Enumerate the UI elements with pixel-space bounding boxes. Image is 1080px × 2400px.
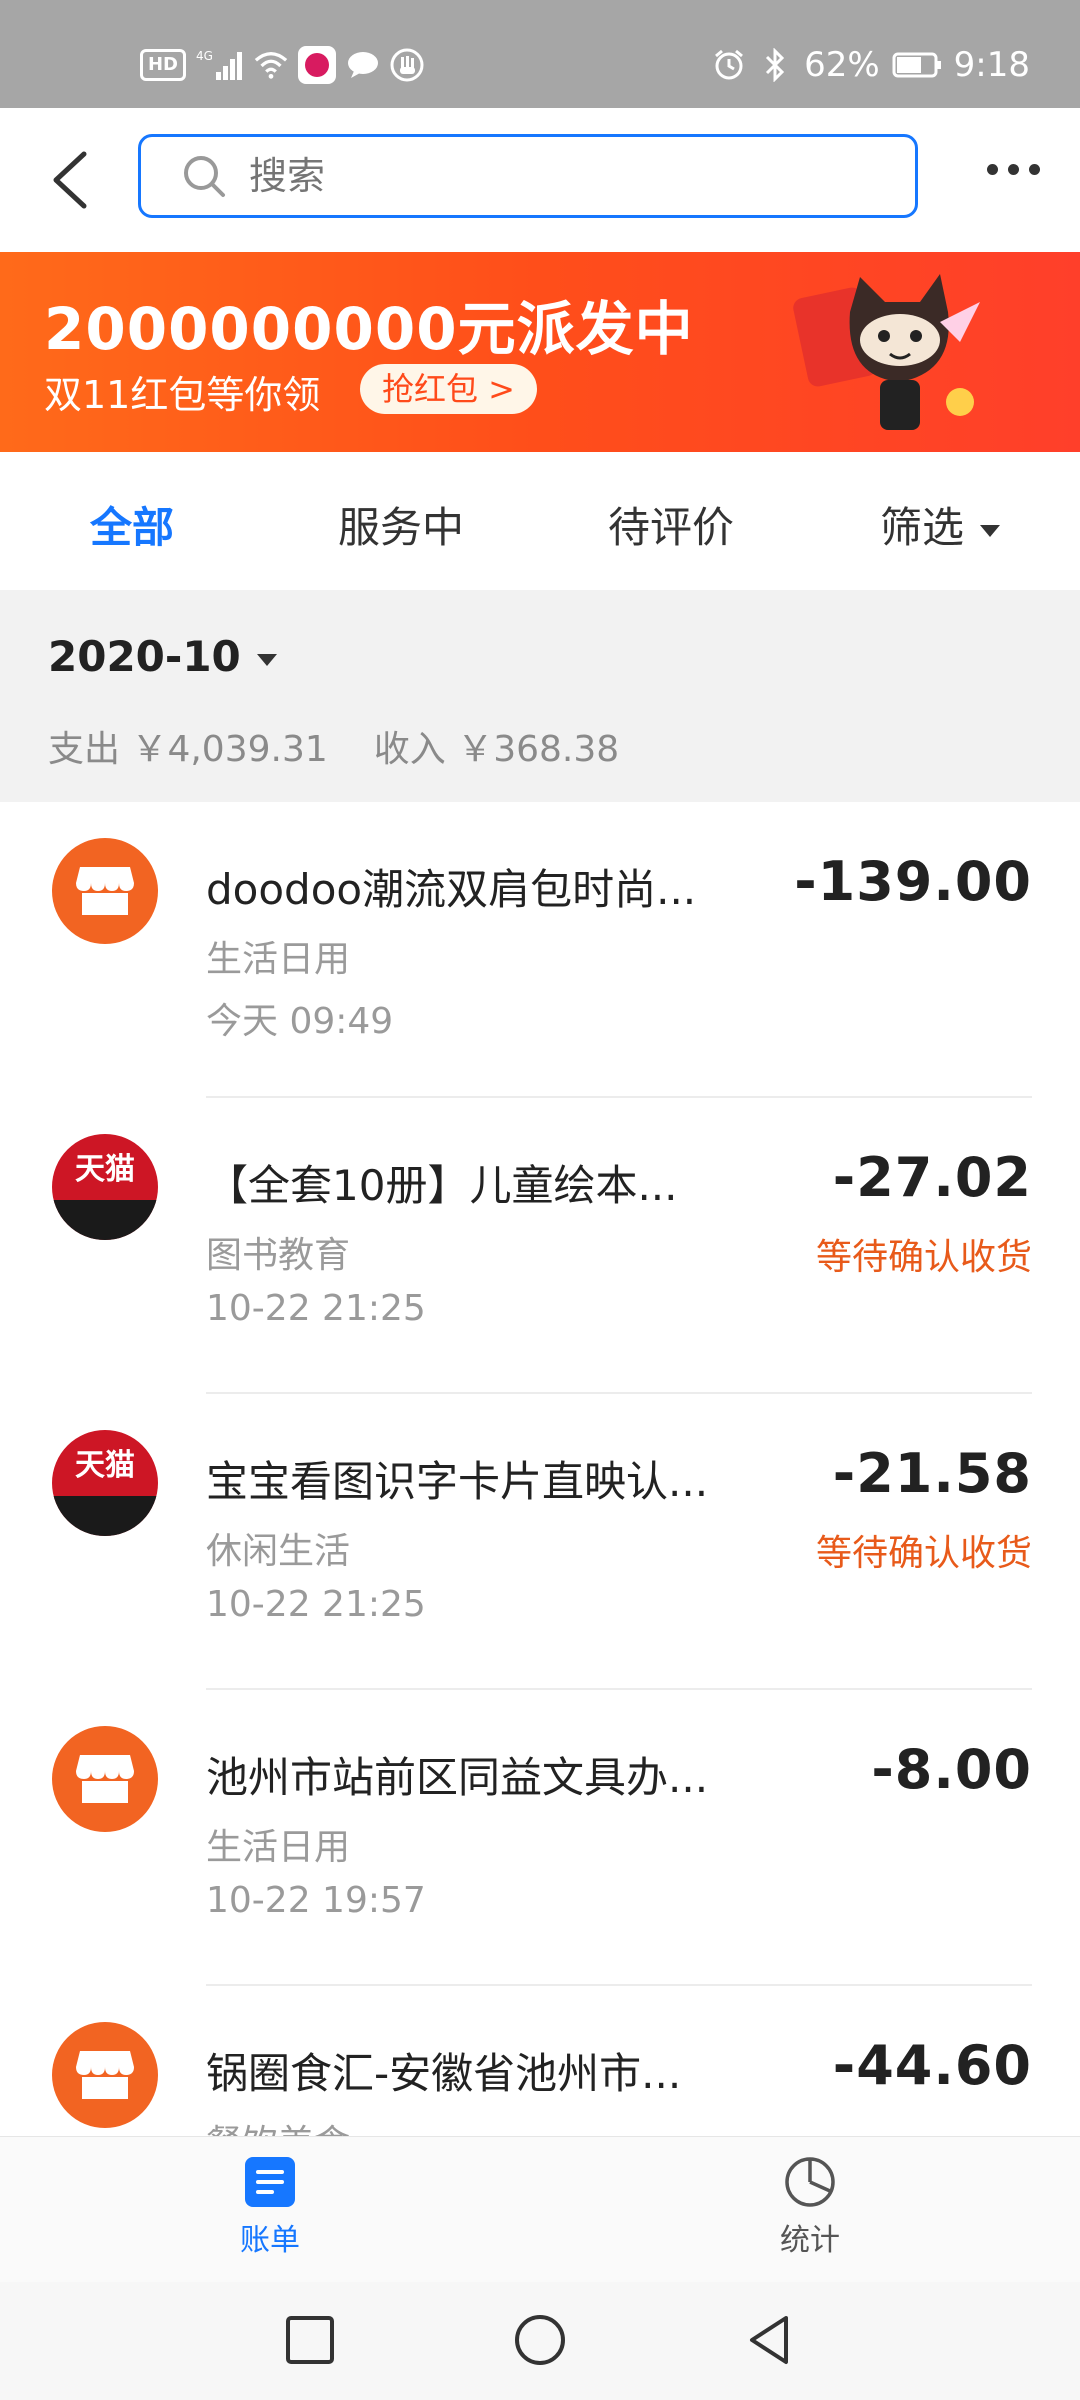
transaction-list: doodoo潮流双肩包时尚... 生活日用 今天 09:49 -139.00 天… bbox=[0, 802, 1080, 2136]
nav-stats-label: 统计 bbox=[780, 2223, 840, 2258]
tmall-icon: 天猫 bbox=[52, 1134, 158, 1240]
tmall-icon-text: 天猫 bbox=[75, 1448, 135, 1483]
banner-title: 2000000000元派发中 bbox=[44, 295, 694, 363]
transaction-category: 生活日用 bbox=[206, 939, 351, 980]
transaction-status: 等待确认收货 bbox=[815, 1533, 1032, 1574]
bluetooth-icon bbox=[758, 48, 792, 82]
tmall-icon: 天猫 bbox=[52, 1430, 158, 1536]
tab-in-service[interactable]: 服务中 bbox=[338, 494, 464, 555]
back-arrow-icon[interactable] bbox=[40, 148, 100, 212]
transaction-time: 10-22 21:25 bbox=[206, 1288, 426, 1329]
status-left-icons: HD 4G bbox=[140, 40, 424, 90]
transaction-category: 图书教育 bbox=[206, 1235, 351, 1276]
transaction-amount: -8.00 bbox=[871, 1738, 1032, 1801]
transaction-time: 今天 09:49 bbox=[206, 1001, 394, 1042]
nav-bill[interactable]: 账单 bbox=[190, 2155, 350, 2259]
chevron-down-icon bbox=[980, 524, 1001, 537]
transaction-amount: -44.60 bbox=[832, 2034, 1032, 2097]
chat-icon bbox=[346, 48, 380, 82]
search-input[interactable] bbox=[247, 153, 851, 199]
month-totals: 支出 ￥4,039.31 收入 ￥368.38 bbox=[48, 720, 619, 772]
back-nav-icon[interactable] bbox=[742, 2312, 798, 2368]
status-right-icons: 62% 9:18 bbox=[712, 40, 1030, 90]
tmall-icon-text: 天猫 bbox=[75, 1152, 135, 1187]
recent-apps-icon[interactable] bbox=[282, 2312, 338, 2368]
transaction-title: 宝宝看图识字卡片直映认... bbox=[206, 1457, 709, 1506]
svg-text:4G: 4G bbox=[196, 49, 213, 63]
battery-icon bbox=[892, 48, 942, 82]
income-total: 收入 ￥368.38 bbox=[373, 729, 620, 770]
transaction-title: 池州市站前区同益文具办... bbox=[206, 1753, 709, 1802]
search-box[interactable] bbox=[138, 134, 918, 218]
wifi-icon bbox=[254, 48, 288, 82]
clock-time: 9:18 bbox=[953, 45, 1030, 85]
hd-icon: HD bbox=[140, 49, 186, 81]
transaction-amount: -27.02 bbox=[832, 1146, 1032, 1209]
transaction-status: 等待确认收货 bbox=[815, 1237, 1032, 1278]
status-bar: HD 4G 62% 9:18 bbox=[0, 0, 1080, 108]
nav-bill-label: 账单 bbox=[240, 2223, 300, 2258]
month-summary: 2020-10 支出 ￥4,039.31 收入 ￥368.38 bbox=[0, 590, 1080, 802]
alarm-icon bbox=[712, 48, 746, 82]
app-icon bbox=[298, 46, 336, 84]
home-icon[interactable] bbox=[512, 2312, 568, 2368]
tab-filter-label: 筛选 bbox=[880, 503, 965, 552]
transaction-time: 10-22 21:25 bbox=[206, 1584, 426, 1625]
banner-subtitle: 双11红包等你领 bbox=[44, 373, 321, 417]
month-selector[interactable]: 2020-10 bbox=[48, 632, 277, 681]
nav-stats[interactable]: 统计 bbox=[730, 2155, 890, 2259]
transaction-row[interactable]: 天猫 宝宝看图识字卡片直映认... 休闲生活 10-22 21:25 -21.5… bbox=[0, 1394, 1080, 1690]
transaction-row[interactable]: 池州市站前区同益文具办... 生活日用 10-22 19:57 -8.00 bbox=[0, 1690, 1080, 1986]
filter-tabs: 全部 服务中 待评价 筛选 bbox=[0, 452, 1080, 590]
expense-total: 支出 ￥4,039.31 bbox=[48, 729, 328, 770]
transaction-row[interactable]: 锅圈食汇-安徽省池州市... 餐饮美食 -44.60 bbox=[0, 1986, 1080, 2136]
transaction-category: 生活日用 bbox=[206, 1827, 351, 1868]
system-navigation-bar bbox=[0, 2282, 1080, 2400]
more-options-icon[interactable] bbox=[987, 164, 1040, 175]
tab-filter[interactable]: 筛选 bbox=[880, 494, 1001, 555]
bill-icon bbox=[245, 2157, 295, 2207]
transaction-title: 锅圈食汇-安徽省池州市... bbox=[206, 2049, 682, 2098]
transaction-amount: -139.00 bbox=[794, 850, 1032, 913]
transaction-title: 【全套10册】儿童绘本... bbox=[206, 1161, 678, 1210]
signal-4g-icon: 4G bbox=[196, 48, 244, 82]
store-icon bbox=[52, 838, 158, 944]
transaction-title: doodoo潮流双肩包时尚... bbox=[206, 865, 697, 914]
month-label: 2020-10 bbox=[48, 632, 241, 681]
chevron-down-icon bbox=[256, 653, 277, 666]
pie-chart-icon bbox=[785, 2157, 835, 2207]
top-header bbox=[0, 108, 1080, 252]
battery-percent: 62% bbox=[804, 45, 880, 85]
bottom-navigation: 账单 统计 bbox=[0, 2136, 1080, 2283]
transaction-row[interactable]: 天猫 【全套10册】儿童绘本... 图书教育 10-22 21:25 -27.0… bbox=[0, 1098, 1080, 1394]
promo-banner[interactable]: 2000000000元派发中 双11红包等你领 抢红包 > bbox=[0, 252, 1080, 452]
store-icon bbox=[52, 2022, 158, 2128]
grab-red-packet-button[interactable]: 抢红包 > bbox=[360, 364, 537, 414]
transaction-row[interactable]: doodoo潮流双肩包时尚... 生活日用 今天 09:49 -139.00 bbox=[0, 802, 1080, 1098]
hand-icon bbox=[390, 48, 424, 82]
store-icon bbox=[52, 1726, 158, 1832]
transaction-category: 休闲生活 bbox=[206, 1531, 351, 1572]
tab-all[interactable]: 全部 bbox=[90, 494, 174, 555]
tmall-cat-mascot-icon bbox=[793, 274, 980, 430]
transaction-category: 餐饮美食 bbox=[206, 2114, 350, 2136]
transaction-amount: -21.58 bbox=[832, 1442, 1032, 1505]
tab-to-review[interactable]: 待评价 bbox=[608, 494, 734, 555]
search-icon bbox=[184, 156, 225, 197]
transaction-time: 10-22 19:57 bbox=[206, 1880, 426, 1921]
